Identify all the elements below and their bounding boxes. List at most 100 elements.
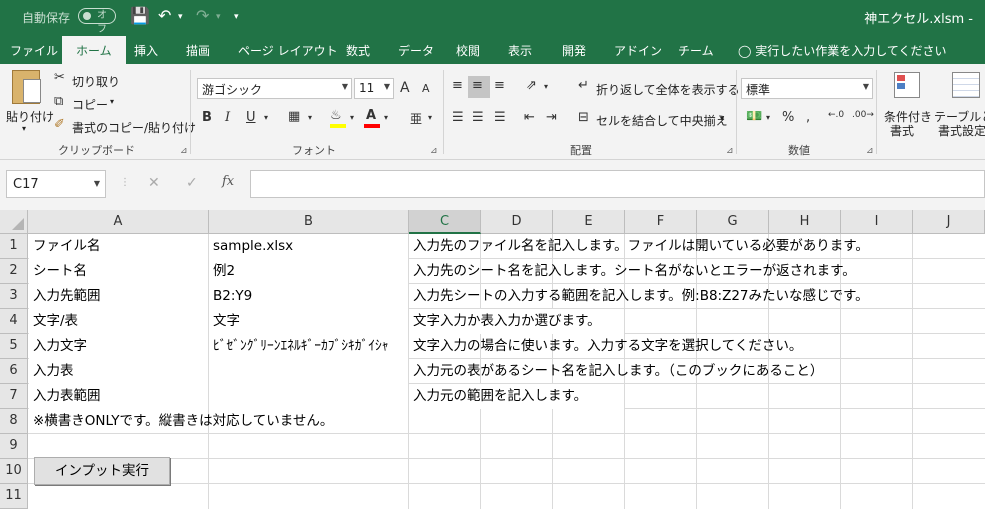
tell-me-box[interactable]: ◯ 実行したい作業を入力してください [738, 42, 947, 59]
cell-b4[interactable]: 文字 [209, 309, 408, 334]
bold-button[interactable]: B [202, 110, 212, 125]
align-center-icon[interactable]: ☰ [472, 110, 484, 125]
font-size-select[interactable]: 11 ▼ [354, 78, 394, 99]
column-header-f[interactable]: F [625, 210, 697, 234]
cell-b6[interactable] [209, 359, 408, 384]
column-header-c[interactable]: C [409, 210, 481, 234]
comma-button[interactable]: , [806, 110, 810, 125]
fill-color-dropdown-icon[interactable]: ▾ [350, 113, 354, 122]
align-top-icon[interactable]: ≡ [452, 78, 463, 93]
conditional-formatting-icon[interactable] [894, 72, 920, 98]
align-right-icon[interactable]: ☰ [494, 110, 506, 125]
alignment-launcher-icon[interactable]: ⊿ [726, 146, 734, 156]
cell-a2[interactable]: シート名 [29, 259, 208, 284]
underline-button[interactable]: U [246, 110, 256, 125]
cell-b3[interactable]: B2:Y9 [209, 284, 408, 309]
clipboard-launcher-icon[interactable]: ⊿ [180, 146, 188, 156]
undo-dropdown-icon[interactable]: ▾ [178, 12, 183, 22]
redo-dropdown-icon[interactable]: ▾ [216, 12, 221, 22]
grow-font-icon[interactable]: A [400, 80, 410, 96]
currency-dropdown-icon[interactable]: ▾ [766, 113, 770, 122]
column-header-e[interactable]: E [553, 210, 625, 234]
shrink-font-icon[interactable]: A [422, 82, 430, 95]
customize-toolbar-icon[interactable]: ▾ [234, 12, 239, 22]
orientation-dropdown-icon[interactable]: ▾ [544, 82, 548, 91]
row-header-1[interactable]: 1 [0, 234, 28, 259]
conditional-formatting-button-line2[interactable]: 書式 [890, 122, 914, 139]
input-run-button[interactable]: インプット実行 [34, 457, 170, 485]
copy-button[interactable]: コピー [72, 96, 108, 113]
paste-icon[interactable] [12, 70, 41, 104]
save-icon[interactable]: 💾 [130, 6, 150, 25]
align-left-icon[interactable]: ☰ [452, 110, 464, 125]
tab-draw[interactable]: 描画 [186, 42, 210, 59]
cell-b7[interactable] [209, 384, 408, 409]
tab-data[interactable]: データ [398, 42, 434, 59]
font-name-select[interactable]: 游ゴシック ▼ [197, 78, 352, 99]
name-box[interactable]: C17 ▼ [6, 170, 106, 198]
insert-function-icon[interactable]: fx [222, 174, 234, 189]
paste-button[interactable]: 貼り付け [6, 108, 54, 125]
font-launcher-icon[interactable]: ⊿ [430, 146, 438, 156]
select-all-button[interactable] [0, 210, 28, 234]
tab-review[interactable]: 校閲 [456, 42, 480, 59]
orientation-icon[interactable]: ⇗ [526, 78, 537, 93]
align-middle-icon[interactable]: ≡ [472, 78, 483, 93]
increase-decimal-icon[interactable]: ←.0 [828, 110, 844, 120]
wrap-text-button[interactable]: 折り返して全体を表示する [596, 81, 740, 98]
row-header-10[interactable]: 10 [0, 459, 28, 484]
row-header-5[interactable]: 5 [0, 334, 28, 359]
increase-indent-icon[interactable]: ⇥ [546, 110, 557, 125]
row-header-8[interactable]: 8 [0, 409, 28, 434]
row-header-11[interactable]: 11 [0, 484, 28, 509]
phonetic-icon[interactable]: 亜 [410, 110, 422, 127]
cell-a5[interactable]: 入力文字 [29, 334, 208, 359]
tab-view[interactable]: 表示 [508, 42, 532, 59]
copy-dropdown-icon[interactable]: ▾ [110, 97, 114, 106]
tab-developer[interactable]: 開発 [562, 42, 586, 59]
cell-a8[interactable]: ※横書きONLYです。縦書きは対応していません。 [29, 409, 333, 434]
percent-button[interactable]: % [782, 110, 794, 125]
underline-dropdown-icon[interactable]: ▾ [264, 113, 268, 122]
borders-dropdown-icon[interactable]: ▾ [308, 113, 312, 122]
phonetic-dropdown-icon[interactable]: ▾ [428, 113, 432, 122]
cell-c6[interactable]: 入力元の表があるシート名を記入します。（このブックにあること） [409, 359, 823, 384]
cell-c2[interactable]: 入力先のシート名を記入します。シート名がないとエラーが返されます。 [409, 259, 856, 284]
format-as-table-icon[interactable] [952, 72, 980, 98]
column-header-a[interactable]: A [28, 210, 209, 234]
redo-icon[interactable]: ↷ [196, 6, 209, 25]
format-as-table-button-line2[interactable]: 書式設定 [938, 122, 985, 139]
autosave-toggle[interactable]: オフ [78, 8, 116, 35]
row-header-7[interactable]: 7 [0, 384, 28, 409]
borders-icon[interactable]: ▦ [288, 109, 300, 124]
undo-icon[interactable]: ↶ [158, 6, 171, 25]
cell-a7[interactable]: 入力表範囲 [29, 384, 208, 409]
fill-color-icon[interactable]: ♨ [330, 108, 342, 123]
cancel-icon[interactable]: ✕ [148, 175, 160, 191]
column-header-b[interactable]: B [209, 210, 409, 234]
italic-button[interactable]: I [225, 110, 230, 125]
tab-team[interactable]: チーム [678, 42, 714, 59]
tab-page-layout[interactable]: ページ レイアウト [238, 42, 338, 59]
row-header-2[interactable]: 2 [0, 259, 28, 284]
cut-button[interactable]: 切り取り [72, 73, 120, 90]
column-header-i[interactable]: I [841, 210, 913, 234]
row-header-3[interactable]: 3 [0, 284, 28, 309]
merge-dropdown-icon[interactable]: ▾ [720, 114, 724, 123]
column-header-h[interactable]: H [769, 210, 841, 234]
align-bottom-icon[interactable]: ≡ [494, 78, 505, 93]
paste-dropdown-icon[interactable]: ▾ [22, 124, 26, 133]
number-launcher-icon[interactable]: ⊿ [866, 146, 874, 156]
tab-formulas[interactable]: 数式 [346, 42, 370, 59]
merge-center-button[interactable]: セルを結合して中央揃え [596, 112, 728, 129]
decrease-indent-icon[interactable]: ⇤ [524, 110, 535, 125]
cell-b2[interactable]: 例2 [209, 259, 408, 284]
row-header-6[interactable]: 6 [0, 359, 28, 384]
cell-c4[interactable]: 文字入力か表入力か選びます。 [409, 309, 624, 334]
cell-b1[interactable]: sample.xlsx [209, 234, 408, 259]
cell-c5[interactable]: 文字入力の場合に使います。入力する文字を選択してください。 [409, 334, 802, 359]
tab-insert[interactable]: 挿入 [134, 42, 158, 59]
cell-c1[interactable]: 入力先のファイル名を記入します。ファイルは開いている必要があります。 [409, 234, 869, 259]
formula-input[interactable] [250, 170, 985, 198]
cell-b5[interactable]: ﾋﾞｾﾞﾝｸﾞﾘｰﾝｴﾈﾙｷﾞｰｶﾌﾞｼｷｶﾞｲｼｬ [209, 334, 408, 359]
